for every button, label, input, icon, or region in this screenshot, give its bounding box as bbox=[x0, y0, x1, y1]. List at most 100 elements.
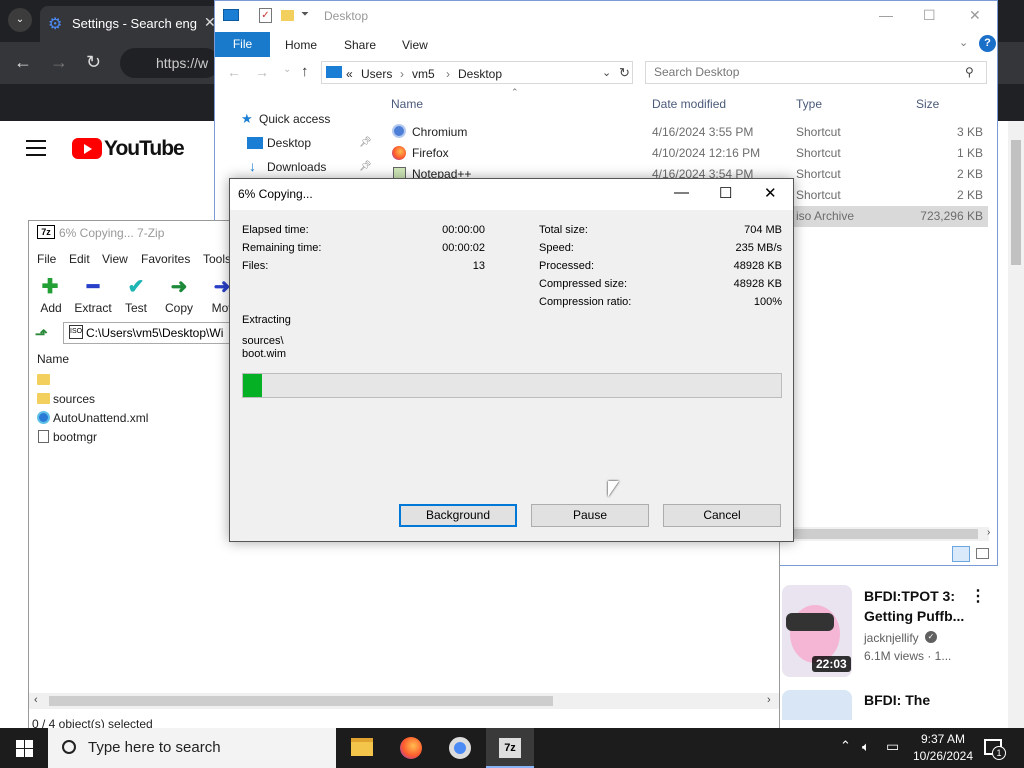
breadcrumb-overflow[interactable]: « bbox=[346, 67, 353, 81]
menu-view[interactable]: View bbox=[102, 252, 128, 266]
cancel-button[interactable]: Cancel bbox=[663, 504, 781, 527]
firefox-icon bbox=[392, 146, 406, 160]
explorer-scrollbar-thumb[interactable] bbox=[793, 529, 978, 539]
page-scrollbar-thumb[interactable] bbox=[1011, 140, 1021, 265]
tab-search-button[interactable]: ⌄ bbox=[8, 8, 32, 32]
explorer-app-icon bbox=[223, 9, 239, 21]
7zip-scrollbar-thumb[interactable] bbox=[49, 696, 553, 706]
video-title[interactable]: BFDI:TPOT 3: Getting Puffb... bbox=[864, 586, 974, 626]
pause-button[interactable]: Pause bbox=[531, 504, 649, 527]
up-icon[interactable]: ↑ bbox=[301, 63, 309, 80]
column-date-modified[interactable]: Date modified bbox=[652, 97, 726, 111]
add-icon[interactable]: ✚ bbox=[40, 277, 60, 297]
video-channel[interactable]: jacknjellify bbox=[864, 631, 919, 645]
explorer-search-input[interactable]: Search Desktop bbox=[645, 61, 987, 84]
ribbon-tab-file[interactable]: File bbox=[215, 32, 270, 57]
ribbon-tab-home[interactable]: Home bbox=[285, 38, 317, 52]
address-bar[interactable]: https://w bbox=[120, 48, 220, 78]
test-icon[interactable]: ✔ bbox=[126, 277, 146, 297]
taskbar-chromium[interactable] bbox=[436, 728, 484, 768]
start-button[interactable] bbox=[0, 728, 48, 768]
nav-desktop[interactable]: Desktop bbox=[267, 136, 311, 150]
scroll-right-icon[interactable]: › bbox=[767, 694, 771, 706]
video-title-2[interactable]: BFDI: The bbox=[864, 692, 930, 708]
taskbar-search-input[interactable]: Type here to search bbox=[48, 728, 336, 768]
scroll-right-icon[interactable]: › bbox=[987, 527, 990, 538]
column-size[interactable]: Size bbox=[916, 97, 939, 111]
up-folder-icon[interactable]: ⬏ bbox=[35, 325, 48, 343]
column-type[interactable]: Type bbox=[796, 97, 822, 111]
nav-quick-access[interactable]: Quick access bbox=[259, 112, 330, 126]
total-size-label: Total size: bbox=[539, 224, 588, 236]
close-icon[interactable]: ✕ bbox=[764, 184, 777, 202]
menu-favorites[interactable]: Favorites bbox=[141, 252, 190, 266]
browser-tab[interactable]: ⚙ Settings - Search engi ✕ bbox=[40, 6, 220, 42]
back-icon[interactable]: ← bbox=[227, 64, 241, 80]
maximize-icon[interactable]: ☐ bbox=[719, 184, 732, 202]
minimize-icon[interactable]: — bbox=[879, 7, 893, 23]
copy-button[interactable]: Copy bbox=[157, 301, 201, 315]
folder-icon bbox=[351, 738, 373, 756]
menu-file[interactable]: File bbox=[37, 252, 56, 266]
menu-icon[interactable] bbox=[26, 140, 46, 156]
properties-icon[interactable]: ✓ bbox=[259, 8, 272, 23]
forward-icon[interactable]: → bbox=[50, 52, 68, 73]
7zip-title: 6% Copying... 7-Zip bbox=[59, 226, 165, 240]
copy-icon[interactable]: ➜ bbox=[169, 277, 189, 297]
test-button[interactable]: Test bbox=[114, 301, 158, 315]
file-name[interactable]: Firefox bbox=[412, 146, 449, 160]
add-button[interactable]: Add bbox=[29, 301, 73, 315]
clock-time[interactable]: 9:37 AM bbox=[912, 732, 974, 746]
downloads-icon: ↓ bbox=[249, 158, 256, 174]
youtube-logo-icon[interactable] bbox=[72, 138, 102, 159]
forward-icon[interactable]: → bbox=[255, 64, 269, 80]
ribbon-tab-view[interactable]: View bbox=[402, 38, 428, 52]
large-icons-view-icon[interactable] bbox=[976, 548, 989, 559]
volume-muted-icon[interactable]: 🔈︎ bbox=[862, 739, 870, 755]
list-item[interactable]: sources bbox=[53, 392, 95, 406]
explorer-address-bar[interactable]: « Users › vm5 › Desktop ⌄ ↻ bbox=[321, 61, 633, 84]
column-name[interactable]: Name bbox=[391, 97, 423, 111]
taskbar-file-explorer[interactable] bbox=[338, 728, 386, 768]
taskbar-7zip[interactable]: 7z bbox=[486, 728, 534, 768]
extract-icon[interactable]: ━ bbox=[83, 277, 103, 297]
compression-ratio-label: Compression ratio: bbox=[539, 296, 632, 308]
address-dropdown-icon[interactable]: ⌄ bbox=[602, 66, 611, 79]
ribbon-tab-share[interactable]: Share bbox=[344, 38, 376, 52]
refresh-icon[interactable]: ↻ bbox=[619, 65, 630, 81]
help-icon[interactable]: ? bbox=[979, 35, 996, 52]
taskbar-firefox[interactable] bbox=[387, 728, 435, 768]
breadcrumb-users[interactable]: Users bbox=[361, 67, 392, 81]
details-view-icon[interactable] bbox=[952, 546, 970, 562]
nav-downloads[interactable]: Downloads bbox=[267, 160, 326, 174]
close-icon[interactable]: ✕ bbox=[969, 7, 981, 24]
remaining-time-value: 00:00:02 bbox=[442, 242, 485, 254]
maximize-icon[interactable]: ☐ bbox=[923, 7, 936, 24]
menu-tools[interactable]: Tools bbox=[203, 252, 231, 266]
network-icon[interactable]: ▭ bbox=[886, 738, 899, 755]
more-options-icon[interactable]: ⋮ bbox=[970, 586, 986, 606]
background-button[interactable]: Background bbox=[399, 504, 517, 527]
file-name[interactable]: Chromium bbox=[412, 125, 467, 139]
expand-ribbon-icon[interactable]: ⌄ bbox=[959, 36, 968, 49]
recent-locations-icon[interactable]: ⌄ bbox=[283, 64, 291, 75]
back-icon[interactable]: ← bbox=[14, 52, 32, 73]
breadcrumb-vm5[interactable]: vm5 bbox=[412, 67, 435, 81]
list-item[interactable]: bootmgr bbox=[53, 430, 97, 444]
7zip-path-field[interactable]: C:\Users\vm5\Desktop\Wi bbox=[63, 322, 233, 344]
scroll-left-icon[interactable]: ‹ bbox=[34, 694, 38, 706]
breadcrumb-desktop[interactable]: Desktop bbox=[458, 67, 502, 81]
reload-icon[interactable]: ↻ bbox=[86, 52, 101, 73]
minimize-icon[interactable]: — bbox=[674, 184, 689, 201]
quick-access-toolbar-dropdown-icon[interactable]: ⏷ bbox=[301, 9, 309, 20]
column-name[interactable]: Name bbox=[37, 352, 69, 366]
list-item[interactable]: AutoUnattend.xml bbox=[53, 411, 148, 425]
new-folder-icon[interactable] bbox=[281, 10, 294, 21]
extract-button[interactable]: Extract bbox=[71, 301, 115, 315]
video-thumbnail-2[interactable] bbox=[782, 690, 852, 720]
clock-date[interactable]: 10/26/2024 bbox=[910, 749, 976, 763]
youtube-logo-text[interactable]: YouTube bbox=[104, 137, 185, 161]
menu-edit[interactable]: Edit bbox=[69, 252, 90, 266]
show-hidden-icons-icon[interactable]: ⌃ bbox=[840, 738, 851, 754]
total-size-value: 704 MB bbox=[744, 224, 782, 236]
